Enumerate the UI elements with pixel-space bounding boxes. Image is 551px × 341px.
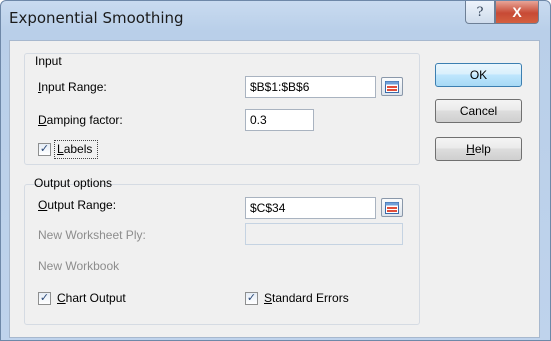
chart-output-label[interactable]: Chart Output <box>57 291 126 305</box>
labels-label-accel: L <box>57 142 64 156</box>
chart-output-label-text: hart Output <box>65 291 126 305</box>
checkmark-icon: ✓ <box>246 292 257 304</box>
standard-errors-checkbox[interactable]: ✓ <box>245 292 258 305</box>
labels-label[interactable]: Labels <box>57 142 92 156</box>
new-worksheet-ply-label: New Worksheet Ply: <box>38 228 146 242</box>
output-range-collapse-button[interactable] <box>381 198 403 217</box>
output-group-title: Output options <box>34 176 113 190</box>
standard-errors-label[interactable]: Standard Errors <box>264 291 349 305</box>
input-group-title: Input <box>35 54 62 68</box>
damping-factor-label: Damping factor: <box>38 113 123 127</box>
help-button[interactable]: Help <box>435 137 522 161</box>
new-workbook-label: New Workbook <box>38 259 120 273</box>
output-range-field[interactable]: $C$34 <box>245 197 376 219</box>
standard-errors-label-accel: S <box>264 291 273 305</box>
dialog-title: Exponential Smoothing <box>9 9 184 27</box>
checkmark-icon: ✓ <box>39 143 50 155</box>
chart-output-checkbox[interactable]: ✓ <box>38 292 51 305</box>
output-range-label-text: utput Range: <box>47 198 117 212</box>
cancel-button[interactable]: Cancel <box>435 99 522 123</box>
standard-errors-label-text: tandard Errors <box>272 291 349 305</box>
help-glyph: ? <box>476 4 484 20</box>
help-button-accel: H <box>466 142 475 156</box>
input-range-label-text: nput Range: <box>41 80 107 94</box>
labels-checkbox[interactable]: ✓ <box>38 143 51 156</box>
ok-button[interactable]: OK <box>435 63 522 87</box>
damping-factor-label-accel: D <box>38 113 47 127</box>
chart-output-label-accel: C <box>57 291 66 305</box>
question-mark-icon[interactable]: ? <box>465 1 495 24</box>
damping-factor-label-text: amping factor: <box>46 113 123 127</box>
checkmark-icon: ✓ <box>39 292 50 304</box>
labels-label-text: abels <box>63 142 93 156</box>
range-select-icon <box>385 80 399 93</box>
output-range-label-accel: O <box>38 198 48 212</box>
exponential-smoothing-dialog: Exponential Smoothing ? X Input Input Ra… <box>0 0 551 341</box>
close-x-icon[interactable]: X <box>495 1 539 24</box>
new-worksheet-ply-field <box>245 223 403 245</box>
help-button-text: elp <box>474 142 491 156</box>
close-glyph: X <box>512 4 522 20</box>
damping-factor-field[interactable]: 0.3 <box>245 109 314 131</box>
input-range-field[interactable]: $B$1:$B$6 <box>245 76 376 98</box>
dialog-body: Input Input Range: $B$1:$B$6 Damping fac… <box>9 40 540 338</box>
output-range-label: Output Range: <box>38 198 116 212</box>
range-select-icon <box>385 201 399 214</box>
input-range-collapse-button[interactable] <box>381 77 403 96</box>
input-range-label: Input Range: <box>38 80 107 94</box>
